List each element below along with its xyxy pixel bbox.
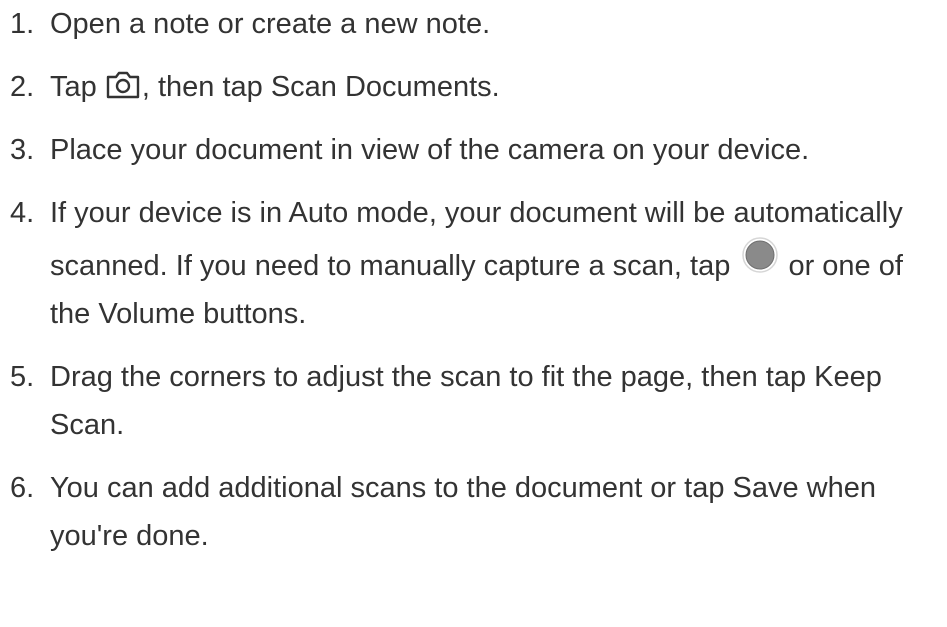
step-number: 2. [10,71,35,103]
step-text-before: Tap [50,71,105,103]
step-text: Place your document in view of the camer… [50,134,810,166]
camera-icon [105,67,141,99]
step-text: Drag the corners to adjust the scan to f… [50,361,882,441]
instruction-list: 1. Open a note or create a new note. 2. … [10,0,940,560]
step-2: 2. Tap , then tap Scan Documents. [10,63,940,111]
step-text: Open a note or create a new note. [50,8,491,40]
step-3: 3. Place your document in view of the ca… [10,126,940,174]
step-number: 4. [10,197,35,229]
step-6: 6. You can add additional scans to the d… [10,464,940,560]
step-1: 1. Open a note or create a new note. [10,0,940,48]
step-text-after: , then tap Scan Documents. [141,71,500,103]
step-5: 5. Drag the corners to adjust the scan t… [10,353,940,449]
shutter-button-icon [742,237,779,273]
step-number: 5. [10,361,35,393]
step-text: You can add additional scans to the docu… [50,472,877,552]
step-number: 1. [10,8,35,40]
step-number: 6. [10,472,35,504]
step-4: 4. If your device is in Auto mode, your … [10,189,940,338]
step-number: 3. [10,134,35,166]
